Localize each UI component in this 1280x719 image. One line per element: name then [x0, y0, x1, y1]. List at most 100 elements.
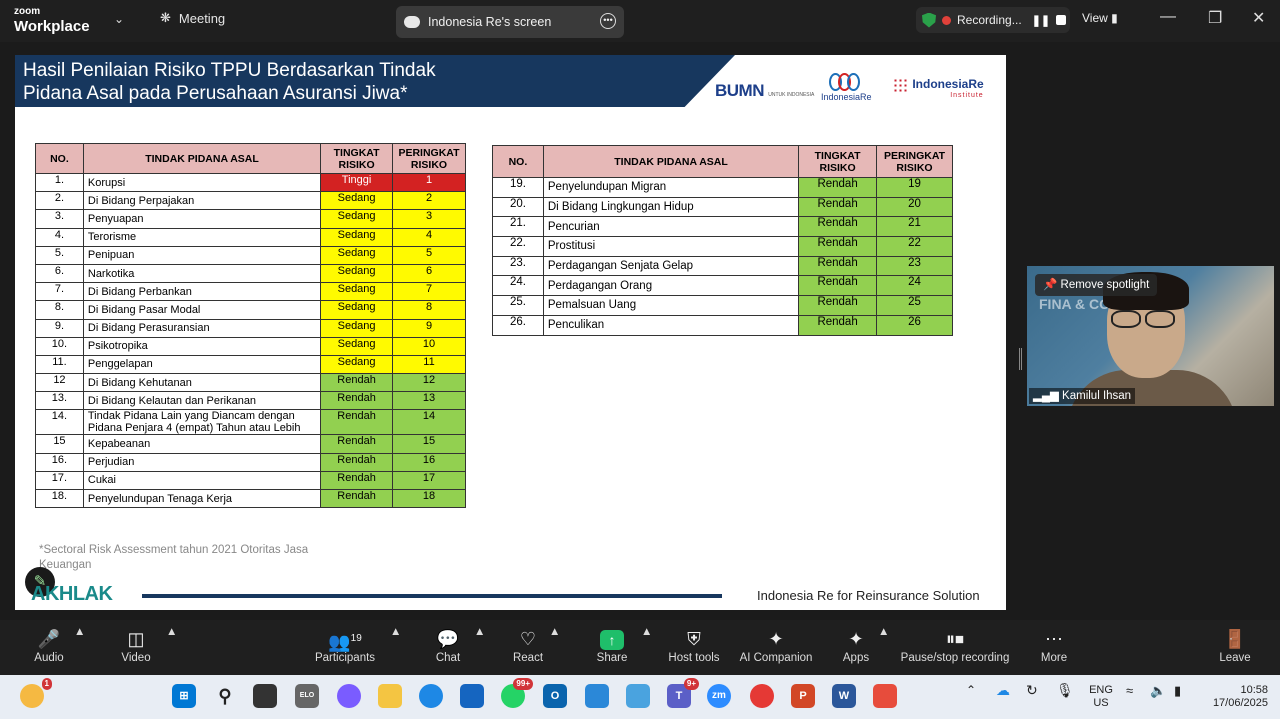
more-options-icon[interactable]: ••• [600, 13, 616, 29]
ai-companion-button[interactable]: ✦ AI Companion [738, 626, 814, 664]
cell-peringkat-risiko: 11 [392, 354, 466, 375]
panel-resize-handle[interactable] [1019, 348, 1022, 370]
react-button[interactable]: ♡ React [510, 626, 546, 664]
task-view-icon[interactable] [253, 684, 277, 708]
cell-tingkat-risiko: Rendah [320, 409, 394, 436]
cell-tingkat-risiko: Rendah [320, 434, 394, 454]
word-icon[interactable]: W [832, 684, 856, 708]
share-button[interactable]: ↑ Share [592, 626, 632, 664]
cell-no: 4. [35, 227, 84, 247]
weather-icon[interactable]: 1 [20, 678, 52, 708]
header-tingkat-line1: TINGKAT [333, 146, 380, 159]
chat-button[interactable]: 💬 Chat [430, 626, 466, 664]
chrome-icon[interactable] [750, 684, 774, 708]
view-button[interactable]: View ▮ [1082, 11, 1118, 25]
meeting-tab[interactable]: ❋ Meeting [160, 10, 225, 26]
host-tools-label: Host tools [668, 652, 720, 664]
cell-tingkat-risiko: Rendah [320, 373, 394, 393]
snipping-tool-icon[interactable] [873, 684, 897, 708]
powerpoint-icon[interactable]: P [791, 684, 815, 708]
table-row: 16. Perjudian Rendah 16 [35, 452, 466, 472]
calendar-app-icon[interactable] [585, 684, 609, 708]
cell-peringkat-risiko: 19 [876, 177, 953, 198]
participants-options-chevron-icon[interactable]: ▲ [390, 626, 401, 638]
clock[interactable]: 10:58 17/06/2025 [1200, 684, 1268, 710]
clock-date: 17/06/2025 [1212, 697, 1268, 709]
screen-share-tab[interactable]: Indonesia Re's screen ••• [396, 6, 624, 38]
cell-peringkat-risiko: 5 [392, 245, 466, 265]
video-button[interactable]: ◫ Video [116, 626, 156, 664]
cell-no: 25. [492, 295, 544, 316]
close-icon[interactable]: ✕ [1252, 8, 1265, 28]
battery-icon[interactable]: ▮ [1174, 684, 1181, 697]
speaker-icon[interactable]: 🔈 [1150, 684, 1166, 697]
start-icon[interactable]: ⊞ [172, 684, 196, 708]
institute-logo-text: IndonesiaRe [912, 77, 984, 91]
participants-button[interactable]: 👥19 Participants [312, 626, 378, 664]
remove-spotlight-label: Remove spotlight [1060, 279, 1150, 291]
file-explorer-icon[interactable] [378, 684, 402, 708]
edge-icon[interactable] [419, 684, 443, 708]
chat-options-chevron-icon[interactable]: ▲ [474, 626, 485, 638]
header-peringkat-line2: RISIKO [896, 161, 933, 174]
header-tingkat: TINGKAT RISIKO [798, 145, 878, 178]
more-button[interactable]: ⋯ More [1038, 626, 1070, 664]
microphone-tray-icon[interactable]: 🎙 [1056, 683, 1074, 697]
audio-options-chevron-icon[interactable]: ▲ [74, 626, 85, 638]
store-icon[interactable] [460, 684, 484, 708]
cell-tingkat-risiko: Rendah [798, 177, 878, 198]
leave-button[interactable]: 🚪 Leave [1218, 626, 1252, 664]
show-hidden-icons-chevron-icon[interactable]: ⌃ [966, 684, 976, 697]
apps-options-chevron-icon[interactable]: ▲ [878, 626, 889, 638]
table-row: 6. Narkotika Sedang 6 [35, 263, 466, 284]
cell-peringkat-risiko: 6 [392, 263, 466, 284]
apps-button[interactable]: ✦ Apps [840, 626, 872, 664]
recording-indicator[interactable]: Recording... ❚❚ [916, 7, 1070, 33]
minimize-icon[interactable]: — [1160, 8, 1176, 26]
video-options-chevron-icon[interactable]: ▲ [166, 626, 177, 638]
zoom-app-icon[interactable]: zm [707, 684, 731, 708]
teams-icon[interactable]: T 9+ [667, 678, 699, 708]
bumn-logo-sub: UNTUK INDONESIA [768, 92, 815, 98]
remove-spotlight-button[interactable]: 📌 Remove spotlight [1035, 274, 1158, 296]
camera-off-icon: ◫ [127, 629, 145, 649]
chevron-down-icon[interactable]: ⌄ [114, 12, 124, 26]
table-row: 9. Di Bidang Perasuransian Sedang 9 [35, 318, 466, 338]
pause-recording-icon[interactable]: ❚❚ [1032, 14, 1050, 27]
onedrive-cloud-icon[interactable]: ☁ [996, 683, 1010, 697]
cell-peringkat-risiko: 14 [392, 409, 466, 436]
cell-peringkat-risiko: 20 [876, 196, 953, 218]
participant-video[interactable]: FINA & CO 📌 Remove spotlight ▂▄▆ Kamilul… [1027, 266, 1274, 406]
paw-icon: ❋ [160, 10, 171, 25]
wifi-icon[interactable]: ≈ [1126, 684, 1133, 697]
cell-peringkat-risiko: 17 [392, 470, 466, 491]
outlook-icon[interactable]: O [543, 684, 567, 708]
cell-peringkat-risiko: 16 [392, 452, 466, 472]
react-options-chevron-icon[interactable]: ▲ [549, 626, 560, 638]
share-options-chevron-icon[interactable]: ▲ [641, 626, 652, 638]
cell-peringkat-risiko: 23 [876, 255, 953, 277]
audio-button[interactable]: 🎤 Audio [30, 626, 68, 664]
copilot-icon[interactable] [337, 684, 361, 708]
stop-recording-icon[interactable] [1056, 15, 1067, 25]
cell-peringkat-risiko: 26 [876, 314, 953, 336]
apps-icon: ✦ [848, 629, 864, 649]
table-row: 18. Penyelundupan Tenaga Kerja Rendah 18 [35, 488, 466, 509]
sparkle-icon: ✦ [768, 629, 784, 649]
language-indicator[interactable]: ENG US [1086, 684, 1116, 710]
cell-tindak-pidana: Penyuapan [82, 209, 322, 229]
whatsapp-icon[interactable]: 99+ [501, 678, 533, 708]
search-icon[interactable]: ⚲ [213, 684, 237, 708]
leave-icon: 🚪 [1223, 629, 1247, 649]
host-tools-button[interactable]: ⛨ Host tools [667, 626, 721, 664]
pause-stop-recording-button[interactable]: ⏸⏹ Pause/stop recording [900, 626, 1010, 664]
ellipsis-icon: ⋯ [1045, 629, 1063, 649]
sync-icon[interactable]: ↻ [1026, 683, 1038, 697]
elo-app-icon[interactable]: ELO [295, 684, 319, 708]
cell-tingkat-risiko: Sedang [320, 209, 394, 229]
header-tindak: TINDAK PIDANA ASAL [82, 143, 322, 174]
cell-no: 5. [35, 245, 84, 265]
scanner-app-icon[interactable] [626, 684, 650, 708]
restore-icon[interactable]: ❐ [1208, 8, 1222, 28]
cell-tindak-pidana: Di Bidang Pasar Modal [82, 300, 322, 320]
